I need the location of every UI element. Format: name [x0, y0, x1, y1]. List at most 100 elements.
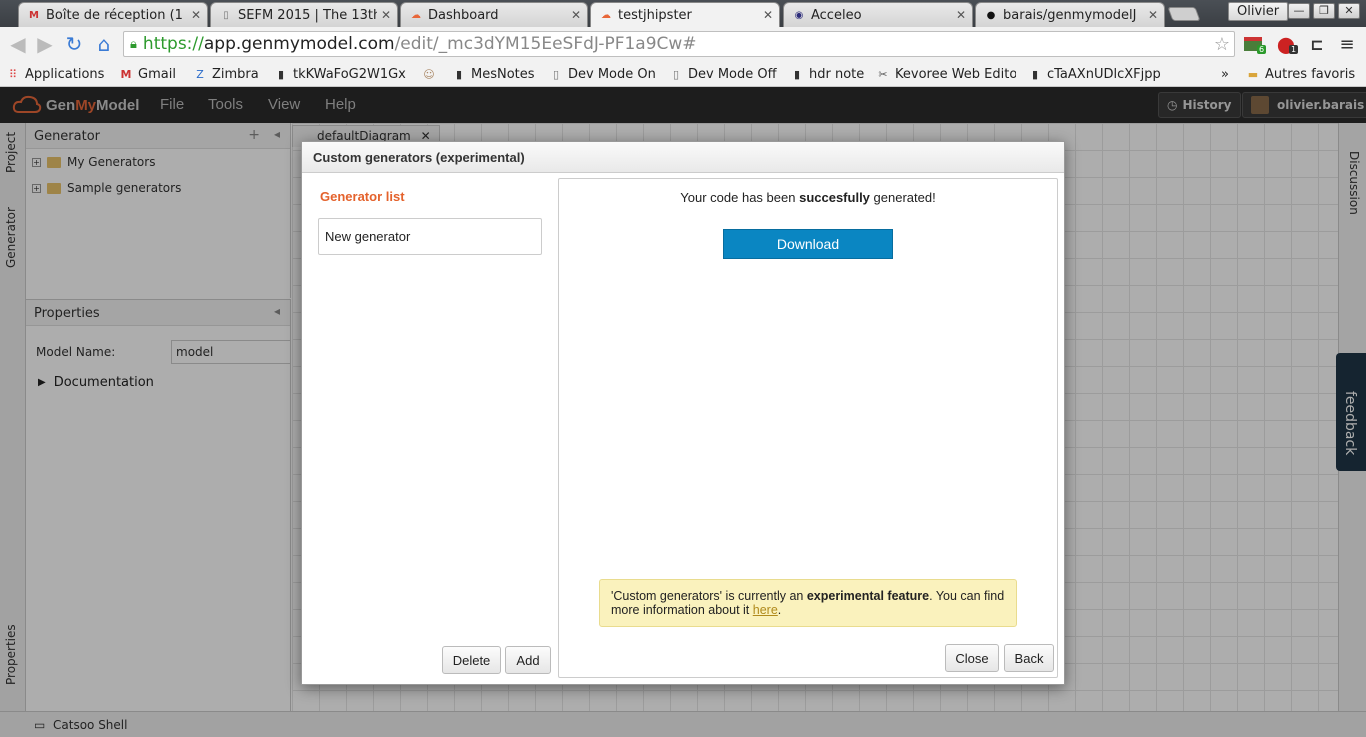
- bookmark-mesnotes[interactable]: ▮ MesNotes: [452, 64, 535, 84]
- note-icon: ▮: [1031, 67, 1039, 81]
- browser-tab-sefm[interactable]: ▯ SEFM 2015 | The 13th ✕: [210, 2, 398, 27]
- success-message: Your code has been succesfully generated…: [559, 190, 1057, 205]
- tab-title: Acceleo: [811, 7, 862, 23]
- note-icon: ▮: [793, 67, 801, 81]
- menu-icon[interactable]: ≡: [1336, 34, 1358, 55]
- profile-button[interactable]: Olivier: [1228, 2, 1289, 21]
- browser-tabstrip: M Boîte de réception (1 ✕ ▯ SEFM 2015 | …: [0, 0, 1366, 27]
- bookmark-dev-mode-off[interactable]: ▯ Dev Mode Off: [669, 64, 777, 84]
- notice-text-bold: experimental feature: [806, 589, 930, 603]
- address-bar[interactable]: 🔒︎ https://app.genmymodel.com/edit/_mc3d…: [123, 31, 1235, 57]
- new-tab-button[interactable]: [1167, 7, 1201, 21]
- bookmark-other[interactable]: ▬ Autres favoris: [1246, 64, 1355, 84]
- bookmark-label: cTaAXnUDlcXFjpp: [1047, 66, 1161, 82]
- dialog-title: Custom generators (experimental): [302, 142, 1064, 173]
- browser-tab-github[interactable]: ● barais/genmymodelJ ✕: [975, 2, 1165, 27]
- genmymodel-icon: ☁: [411, 9, 421, 21]
- note-icon: ▮: [455, 67, 463, 81]
- bookmark-label: Dev Mode On: [568, 66, 656, 82]
- generation-result-panel: Your code has been succesfully generated…: [558, 178, 1058, 678]
- note-icon: ▮: [277, 67, 285, 81]
- tab-title: barais/genmymodelJ: [1003, 7, 1137, 23]
- back-arrow-icon[interactable]: ◀: [6, 32, 30, 56]
- extension-badge: 1: [1289, 45, 1299, 54]
- tab-title: SEFM 2015 | The 13th: [238, 7, 377, 23]
- generator-list-title: Generator list: [320, 189, 405, 204]
- url-host: app.genmymodel.com: [203, 34, 395, 54]
- url-scheme: https://: [142, 34, 204, 54]
- bookmark-hdr-note[interactable]: ▮ hdr note: [790, 64, 864, 84]
- download-button[interactable]: Download: [723, 229, 893, 259]
- home-icon[interactable]: ⌂: [92, 32, 116, 56]
- eclipse-icon: ◉: [794, 9, 804, 21]
- close-icon[interactable]: ✕: [571, 8, 581, 22]
- notice-text: .: [777, 603, 782, 617]
- apps-grid-icon: ⠿: [8, 67, 18, 81]
- browser-tab-dashboard[interactable]: ☁ Dashboard ✕: [400, 2, 588, 27]
- tab-title: testjhipster: [618, 7, 692, 23]
- reload-icon[interactable]: ↻: [62, 32, 86, 56]
- bookmarks-bar: ⠿ Applications M Gmail Z Zimbra ▮ tkKWaF…: [0, 61, 1366, 87]
- bookmark-gmail[interactable]: M Gmail: [119, 64, 176, 84]
- genmymodel-icon: ☁: [601, 9, 611, 21]
- delete-button[interactable]: Delete: [442, 646, 501, 674]
- generator-list-item[interactable]: New generator: [318, 218, 542, 255]
- page-icon: ▯: [552, 67, 560, 81]
- custom-generators-dialog: Custom generators (experimental) Generat…: [301, 141, 1065, 685]
- gmail-icon: M: [29, 9, 39, 21]
- bookmark-label: Applications: [25, 66, 105, 82]
- close-icon[interactable]: ✕: [191, 8, 201, 22]
- bookmark-label: Zimbra: [212, 66, 259, 82]
- success-text-bold: succesfully: [799, 190, 870, 205]
- bookmark-label: hdr note: [809, 66, 865, 82]
- browser-tab-testjhipster[interactable]: ☁ testjhipster ✕: [590, 2, 780, 27]
- face-icon: ☺: [423, 67, 435, 81]
- bookmark-label: Kevoree Web Edito: [895, 66, 1016, 82]
- bookmarks-overflow[interactable]: »: [1221, 64, 1229, 84]
- bookmark-ctaaxn[interactable]: ▮ cTaAXnUDlcXFjpp: [1028, 64, 1168, 84]
- bookmark-kevoree[interactable]: ✂ Kevoree Web Edito: [876, 64, 1016, 84]
- bookmark-zimbra[interactable]: Z Zimbra: [193, 64, 259, 84]
- success-text: Your code has been: [680, 190, 800, 205]
- bookmark-dev-mode-on[interactable]: ▯ Dev Mode On: [549, 64, 656, 84]
- add-button[interactable]: Add: [505, 646, 551, 674]
- gmail-icon: M: [120, 67, 132, 81]
- success-text: generated!: [869, 190, 936, 205]
- lock-icon: 🔒︎: [130, 36, 137, 52]
- close-button[interactable]: Close: [945, 644, 999, 672]
- kevoree-icon: ✂: [878, 67, 888, 81]
- url-path: /edit/_mc3dYM15EeSFdJ-PF1a9Cw#: [394, 34, 697, 54]
- bookmark-applications[interactable]: ⠿ Applications: [6, 64, 104, 84]
- page-icon: ▯: [223, 9, 229, 21]
- folder-icon: ▬: [1247, 67, 1259, 81]
- bookmark-label: Gmail: [138, 66, 176, 82]
- browser-tab-acceleo[interactable]: ◉ Acceleo ✕: [783, 2, 973, 27]
- back-button[interactable]: Back: [1004, 644, 1054, 672]
- zimbra-icon: Z: [196, 67, 204, 81]
- notice-here-link[interactable]: here: [753, 603, 778, 617]
- bookmark-avatar[interactable]: ☺: [422, 64, 441, 84]
- bookmark-label: Autres favoris: [1265, 66, 1356, 82]
- bookmark-label: MesNotes: [471, 66, 535, 82]
- github-icon: ●: [986, 9, 996, 21]
- experimental-notice: 'Custom generators' is currently an expe…: [599, 579, 1017, 627]
- window-close-button[interactable]: ✕: [1338, 3, 1360, 19]
- bookmark-label: Dev Mode Off: [688, 66, 777, 82]
- page-icon: ▯: [672, 67, 680, 81]
- forward-arrow-icon[interactable]: ▶: [33, 32, 57, 56]
- close-icon[interactable]: ✕: [1148, 8, 1158, 22]
- bookmark-label: tkKWaFoG2W1Gx: [293, 66, 406, 82]
- tab-title: Boîte de réception (1: [46, 7, 183, 23]
- browser-tab-gmail[interactable]: M Boîte de réception (1 ✕: [18, 2, 208, 27]
- notice-text: 'Custom generators' is currently an: [611, 589, 807, 603]
- generator-list-panel: Generator list New generator Delete Add: [310, 179, 555, 675]
- bookmark-star-icon[interactable]: ☆: [1214, 34, 1230, 55]
- minimize-button[interactable]: —: [1288, 3, 1310, 19]
- close-icon[interactable]: ✕: [381, 8, 391, 22]
- close-icon[interactable]: ✕: [956, 8, 966, 22]
- close-icon[interactable]: ✕: [763, 8, 773, 22]
- extension-c-icon[interactable]: ⊏: [1306, 34, 1328, 54]
- bookmark-tkkwafog[interactable]: ▮ tkKWaFoG2W1Gx: [274, 64, 414, 84]
- extension-badge: 6: [1257, 45, 1267, 54]
- maximize-button[interactable]: ❐: [1313, 3, 1335, 19]
